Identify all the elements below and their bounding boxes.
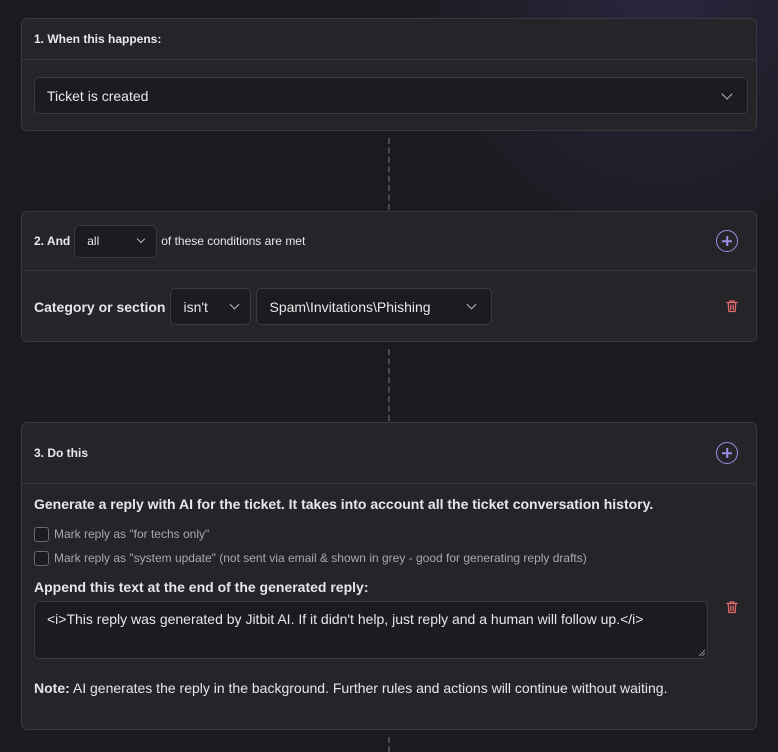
techs-only-option: Mark reply as "for techs only": [34, 524, 744, 544]
match-select-value: all: [87, 234, 100, 248]
append-text-label: Append this text at the end of the gener…: [34, 579, 369, 595]
chevron-down-icon: [721, 87, 733, 100]
add-condition-button[interactable]: [716, 230, 738, 252]
system-update-checkbox[interactable]: [34, 550, 49, 566]
techs-only-label: Mark reply as "for techs only": [54, 527, 210, 541]
step-2-card: 2. And all of these conditions are met C…: [21, 211, 757, 342]
trigger-select[interactable]: Ticket is created: [34, 77, 748, 114]
condition-value-select[interactable]: Spam\Invitations\Phishing: [256, 288, 493, 325]
step-1-card: 1. When this happens: Ticket is created: [21, 18, 757, 131]
trash-icon[interactable]: [725, 299, 739, 313]
chevron-down-icon: [230, 299, 240, 310]
add-action-button[interactable]: [716, 442, 738, 464]
connector-line: [388, 349, 390, 421]
note-text: AI generates the reply in the background…: [69, 680, 668, 696]
trash-icon[interactable]: [725, 600, 739, 614]
condition-field-label: Category or section: [34, 298, 166, 315]
step-2-title-suffix: of these conditions are met: [161, 234, 306, 248]
step-1-header: 1. When this happens:: [22, 19, 756, 60]
chevron-down-icon: [467, 299, 477, 310]
note-paragraph: Note: AI generates the reply in the back…: [34, 678, 674, 698]
step-3-header: 3. Do this: [22, 423, 756, 484]
techs-only-checkbox[interactable]: [34, 526, 49, 542]
operator-select-value: isn't: [183, 298, 208, 315]
connector-line: [388, 138, 390, 210]
step-2-header: 2. And all of these conditions are met: [22, 212, 756, 271]
chevron-down-icon: [136, 234, 146, 244]
resize-handle-icon[interactable]: [698, 649, 705, 656]
trigger-select-value: Ticket is created: [47, 87, 149, 104]
action-description: Generate a reply with AI for the ticket.…: [34, 496, 654, 512]
append-text-value: <i>This reply was generated by Jitbit AI…: [47, 611, 644, 627]
step-1-title: 1. When this happens:: [34, 32, 162, 46]
note-label: Note:: [34, 680, 70, 696]
step-3-title: 3. Do this: [34, 446, 89, 460]
connector-line: [388, 737, 390, 752]
system-update-label: Mark reply as "system update" (not sent …: [54, 551, 587, 565]
operator-select[interactable]: isn't: [170, 288, 252, 325]
step-2-title-prefix: 2. And: [34, 234, 71, 248]
system-update-option: Mark reply as "system update" (not sent …: [34, 548, 744, 568]
step-3-card: 3. Do this Generate a reply with AI for …: [21, 422, 757, 730]
condition-value-select-value: Spam\Invitations\Phishing: [269, 298, 431, 315]
append-text-area[interactable]: <i>This reply was generated by Jitbit AI…: [34, 601, 708, 659]
match-select[interactable]: all: [74, 224, 158, 258]
